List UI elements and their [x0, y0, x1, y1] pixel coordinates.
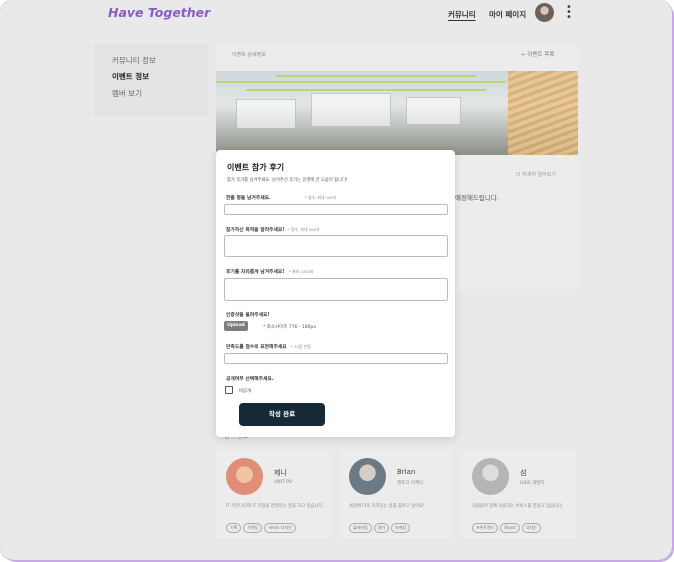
purpose-input[interactable]: [224, 235, 448, 257]
member-photo: [472, 458, 509, 495]
member-role: UXIS 개발자: [520, 481, 545, 486]
member-card[interactable]: 제니 UNIT PO IT 커뮤니티와 IT 기업을 연결하는 일을 하고 있습…: [216, 449, 330, 539]
member-desc: 세상에 더욱 가치있는 일을 찾아고 싶어요!: [349, 504, 425, 509]
private-checkbox[interactable]: [225, 386, 233, 394]
member-tag: 프론트엔드: [472, 523, 499, 533]
app-frame: Have Together 커뮤니티 마이 페이지 • • • 커뮤니티 정보 이벤…: [0, 0, 672, 560]
kebab-menu-icon[interactable]: • • •: [566, 3, 572, 23]
back-to-events-link[interactable]: ← 이벤트 목록: [521, 50, 554, 58]
sidebar-item-event-info[interactable]: 이벤트 정보: [112, 71, 149, 82]
member-tag: 마케팅: [391, 523, 411, 533]
user-avatar[interactable]: [535, 3, 554, 22]
upload-hint: * 최소사이즈 776 - 180px: [263, 325, 316, 330]
member-tag: React: [500, 523, 520, 533]
event-hero-image: [216, 71, 578, 155]
member-desc: IT 커뮤니티와 IT 기업을 연결하는 일을 하고 있습니다.: [226, 504, 324, 509]
oneline-review-input[interactable]: [224, 204, 448, 215]
member-tags: 프론트엔드 React 디자인: [472, 523, 541, 533]
sidebar-item-members[interactable]: 멤버 보기: [112, 88, 142, 99]
nav-community[interactable]: 커뮤니티: [448, 9, 476, 20]
member-name: 섬: [520, 469, 527, 477]
oneline-review-label: 한줄 평을 남겨주세요.: [226, 196, 271, 201]
top-header: Have Together 커뮤니티 마이 페이지 • • •: [0, 0, 672, 32]
modal-subtitle: 참가 후기를 남겨주세요. 남겨주신 후기는 운영에 큰 도움이 됩니다!: [227, 178, 348, 183]
member-desc: 사람들이 함께 사용하는 서비스를 만들고 있습니다.: [472, 504, 564, 509]
upload-button[interactable]: Upload: [224, 321, 248, 331]
photo-label: 인증샷을 올려주세요!: [226, 313, 270, 318]
breadcrumb: 이벤트 상세정보: [232, 52, 266, 58]
member-name: Brian: [397, 468, 416, 476]
member-tag: 플러터팀: [349, 523, 372, 533]
event-description: 예정해드립니다.: [455, 194, 499, 202]
member-tag: 서비스 디자인: [264, 523, 296, 533]
visibility-label: 공개여부 선택해주세요.: [226, 377, 274, 382]
free-review-hint: * 최대 1000자: [289, 269, 314, 274]
more-info-link[interactable]: 더 자세히 알아보기: [516, 171, 556, 178]
site-logo[interactable]: Have Together: [108, 5, 210, 20]
member-tags: 기획 브랜딩 서비스 디자인: [226, 523, 296, 533]
member-card[interactable]: 섬 UXIS 개발자 사람들이 함께 사용하는 서비스를 만들고 있습니다. 프…: [462, 449, 576, 539]
rating-label: 만족도를 점수로 표현해주세요: [226, 345, 287, 350]
free-review-input[interactable]: [224, 278, 448, 301]
member-name: 제니: [274, 469, 287, 477]
member-tag: 브랜딩: [243, 523, 263, 533]
member-role: 맨토크 이케다: [397, 481, 424, 486]
member-role: UNIT PO: [274, 480, 293, 485]
oneline-review-hint: * 필수, 최대 100자: [305, 195, 337, 200]
modal-title: 이벤트 참가 후기: [227, 163, 285, 172]
submit-button[interactable]: 작성 완료: [239, 403, 325, 426]
member-photo: [349, 458, 386, 495]
rating-hint: * 10점 만점: [291, 344, 311, 349]
member-tags: 플러터팀 영어 마케팅: [349, 523, 411, 533]
member-tag: 영어: [373, 523, 390, 533]
sidebar-item-community-info[interactable]: 커뮤니티 정보: [112, 55, 156, 66]
review-modal: 이벤트 참가 후기 참가 후기를 남겨주세요. 남겨주신 후기는 운영에 큰 도…: [216, 150, 455, 437]
free-review-label: 후기를 자유롭게 남겨주세요!: [226, 270, 285, 275]
private-label: 비공개: [239, 389, 251, 394]
member-tag: 디자인: [521, 523, 541, 533]
nav-mypage[interactable]: 마이 페이지: [489, 9, 526, 20]
member-card[interactable]: Brian 맨토크 이케다 세상에 더욱 가치있는 일을 찾아고 싶어요! 플러…: [339, 449, 453, 539]
rating-input[interactable]: [224, 353, 448, 364]
purpose-label: 참가하신 목적을 알려주세요!: [226, 228, 285, 233]
purpose-hint: * 필수, 최대 300자: [288, 227, 320, 232]
member-tag: 기획: [226, 523, 242, 533]
member-photo: [226, 458, 263, 495]
sidebar: 커뮤니티 정보 이벤트 정보 멤버 보기: [94, 43, 209, 117]
